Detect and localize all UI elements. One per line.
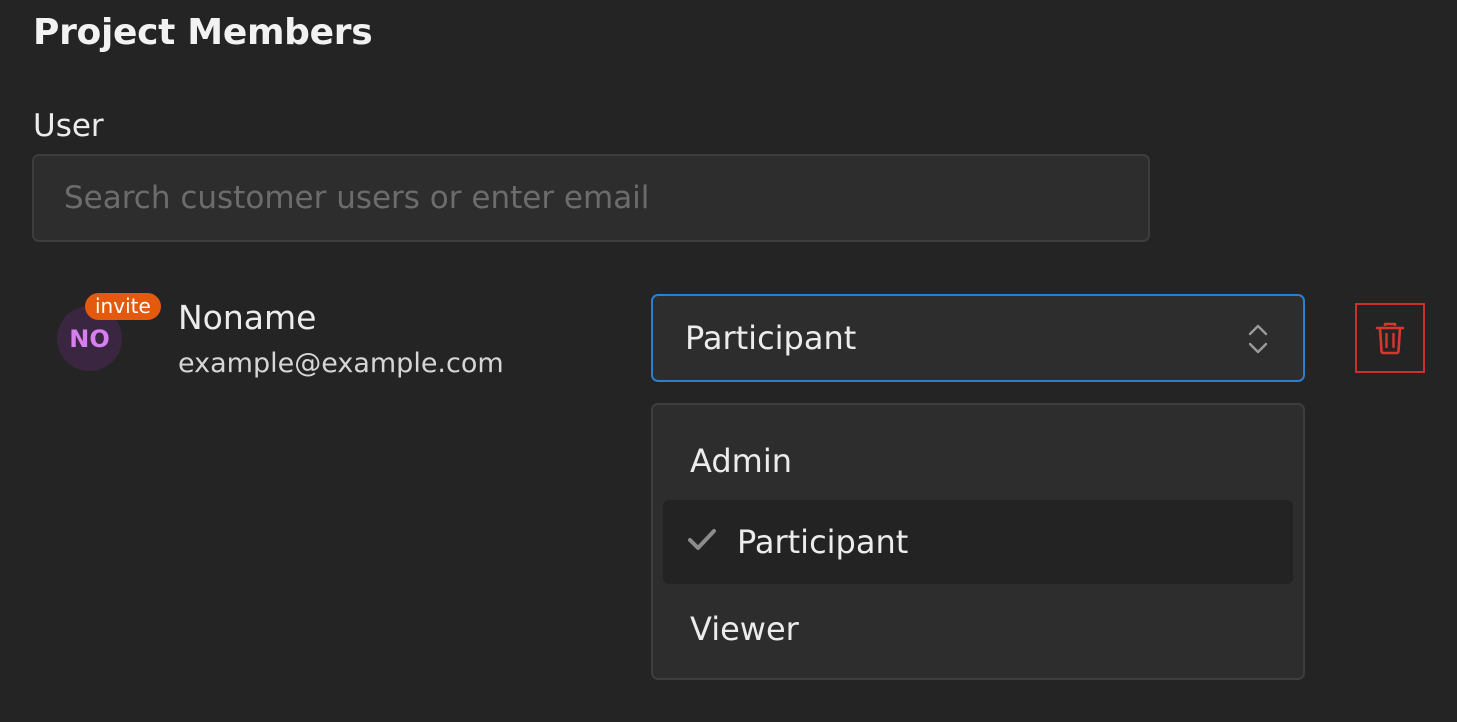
check-icon	[688, 529, 716, 550]
option-label: Admin	[690, 442, 792, 480]
option-label: Participant	[737, 523, 909, 561]
role-dropdown: Admin Participant Viewer	[651, 403, 1305, 680]
page-title: Project Members	[33, 12, 373, 53]
member-row: NO invite Noname example@example.com Par…	[0, 290, 1457, 390]
project-members-page: Project Members User NO invite Noname ex…	[0, 0, 1457, 722]
member-name: Noname	[178, 298, 317, 337]
role-select[interactable]: Participant	[651, 294, 1305, 382]
member-email: example@example.com	[178, 348, 504, 379]
trash-icon	[1375, 322, 1405, 355]
chevron-up-down-icon	[1248, 324, 1268, 354]
role-option-viewer[interactable]: Viewer	[663, 587, 1293, 671]
invite-badge: invite	[85, 293, 161, 320]
role-option-admin[interactable]: Admin	[663, 419, 1293, 503]
delete-member-button[interactable]	[1355, 303, 1425, 373]
option-label: Viewer	[690, 610, 799, 648]
user-field-label: User	[33, 108, 104, 144]
role-option-participant[interactable]: Participant	[663, 500, 1293, 584]
role-select-value: Participant	[685, 319, 857, 357]
user-search-input[interactable]	[32, 154, 1150, 242]
